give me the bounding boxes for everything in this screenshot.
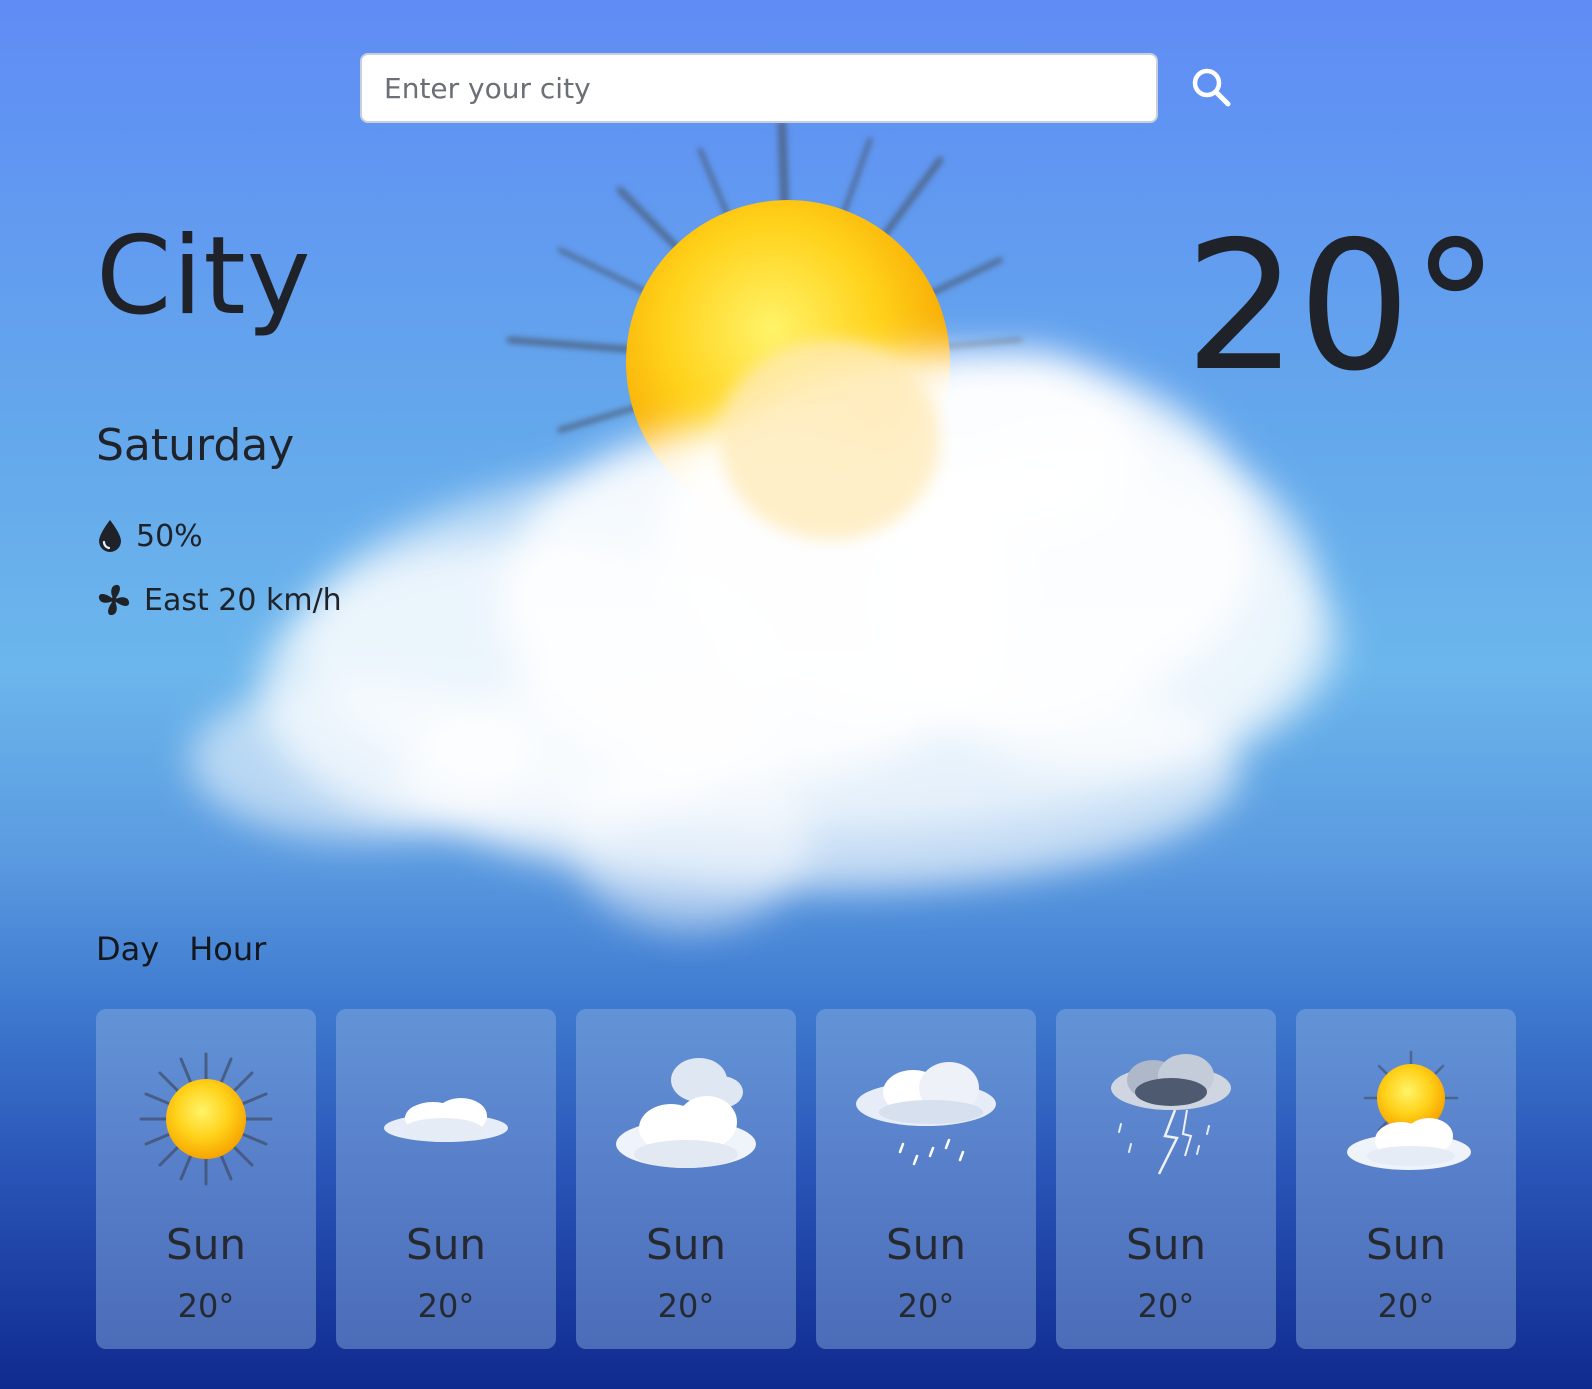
forecast-card[interactable]: Sun 20° xyxy=(576,1009,796,1349)
forecast-day: Sun xyxy=(1126,1220,1206,1269)
sun-icon xyxy=(139,1052,273,1186)
humidity-value: 50% xyxy=(136,518,203,554)
cloudy-icon xyxy=(616,1058,756,1168)
current-temperature: 20° xyxy=(1184,203,1501,410)
forecast-temp: 20° xyxy=(417,1287,475,1325)
forecast-temp: 20° xyxy=(1137,1287,1195,1325)
partly-sunny-icon xyxy=(1347,1050,1471,1170)
wind-value: East 20 km/h xyxy=(144,582,342,618)
small-cloud-icon xyxy=(384,1098,508,1142)
forecast-cards: Sun 20° Sun 20° Sun 20° Sun 20° Sun 20° … xyxy=(96,1009,1516,1349)
city-name: City xyxy=(96,214,312,339)
forecast-tabs: Day Hour xyxy=(96,930,266,968)
fan-icon xyxy=(96,582,132,618)
forecast-day: Sun xyxy=(166,1220,246,1269)
forecast-day: Sun xyxy=(1366,1220,1446,1269)
forecast-temp: 20° xyxy=(897,1287,955,1325)
forecast-card[interactable]: Sun 20° xyxy=(96,1009,316,1349)
forecast-day: Sun xyxy=(886,1220,966,1269)
droplet-icon xyxy=(96,518,124,554)
forecast-card[interactable]: Sun 20° xyxy=(336,1009,556,1349)
forecast-card[interactable]: Sun 20° xyxy=(1296,1009,1516,1349)
forecast-temp: 20° xyxy=(657,1287,715,1325)
forecast-day: Sun xyxy=(406,1220,486,1269)
search-icon xyxy=(1192,68,1231,107)
humidity-stat: 50% xyxy=(96,518,203,554)
tab-hour[interactable]: Hour xyxy=(189,930,266,968)
city-search-input[interactable] xyxy=(360,53,1158,123)
rain-icon xyxy=(856,1062,996,1166)
forecast-temp: 20° xyxy=(177,1287,235,1325)
current-day: Saturday xyxy=(96,420,295,471)
search-button[interactable] xyxy=(1182,58,1240,116)
wind-stat: East 20 km/h xyxy=(96,582,342,618)
forecast-day: Sun xyxy=(646,1220,726,1269)
forecast-card[interactable]: Sun 20° xyxy=(1056,1009,1276,1349)
thunderstorm-icon xyxy=(1111,1054,1231,1175)
forecast-card[interactable]: Sun 20° xyxy=(816,1009,1036,1349)
tab-day[interactable]: Day xyxy=(96,930,159,968)
forecast-temp: 20° xyxy=(1377,1287,1435,1325)
